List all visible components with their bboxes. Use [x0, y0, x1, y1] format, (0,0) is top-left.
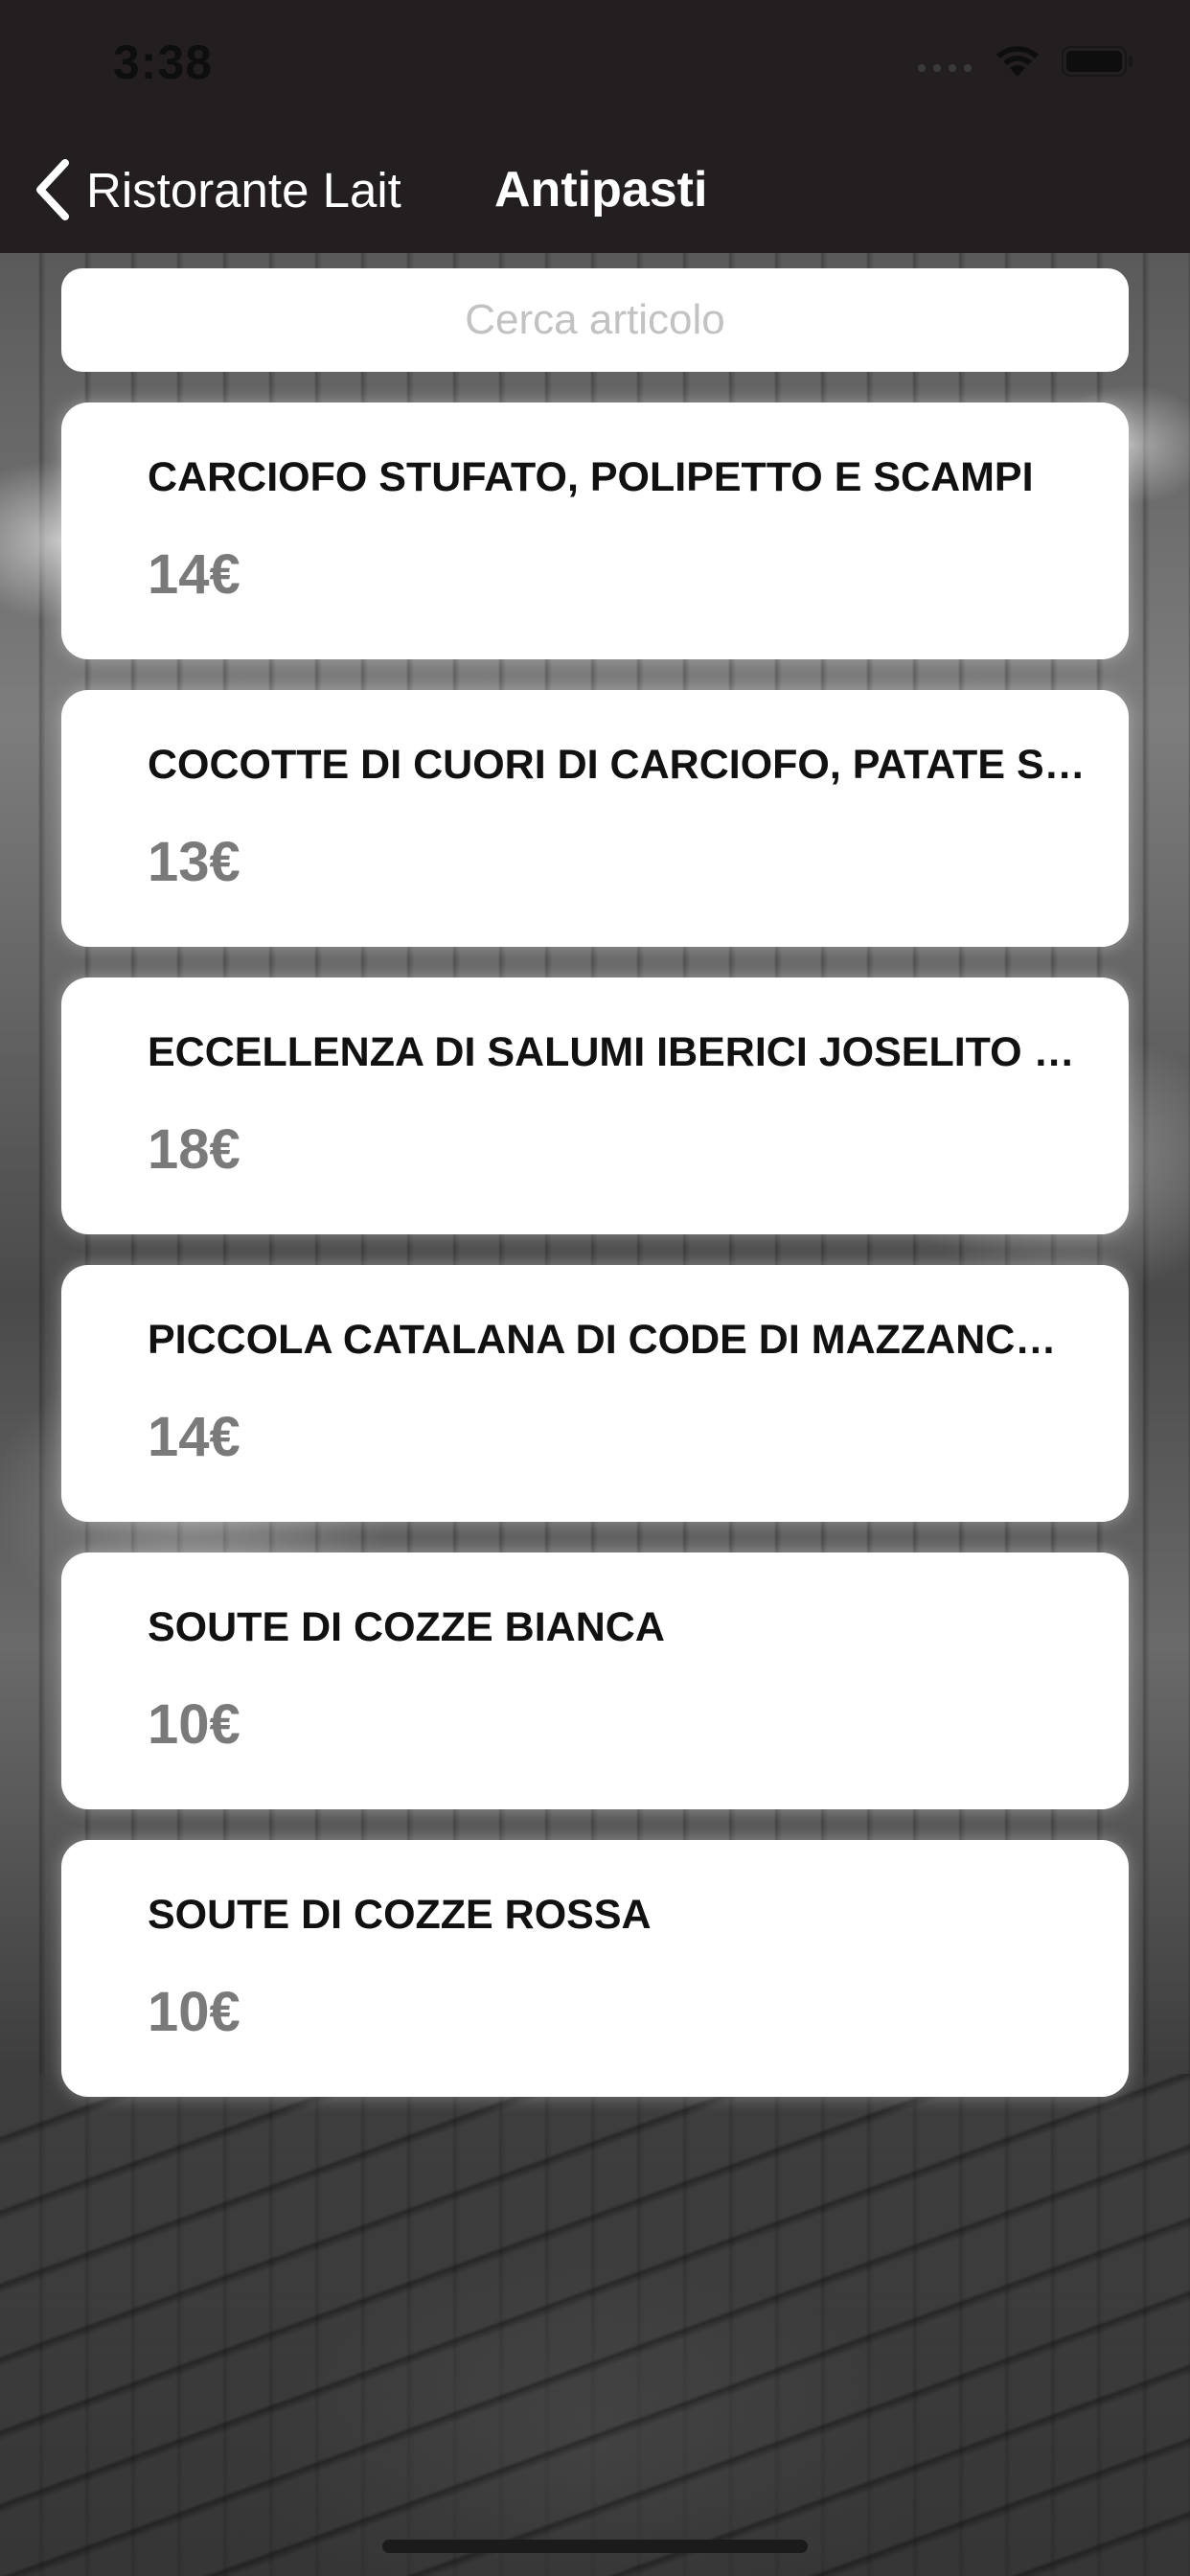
- item-price: 14€: [148, 1406, 240, 1468]
- item-name: COCOTTE DI CUORI DI CARCIOFO, PATATE SCH…: [148, 742, 1087, 788]
- battery-icon: [1062, 46, 1133, 77]
- menu-item-card[interactable]: SOUTE DI COZZE BIANCA 10€: [61, 1552, 1129, 1809]
- chevron-left-icon: [36, 159, 69, 220]
- item-price: 10€: [148, 1693, 240, 1756]
- signal-icon: [918, 64, 972, 72]
- item-name: PICCOLA CATALANA DI CODE DI MAZZANCOLLE: [148, 1317, 1087, 1363]
- page-title: Antipasti: [494, 162, 708, 218]
- item-name: SOUTE DI COZZE BIANCA: [148, 1604, 665, 1650]
- menu-item-card[interactable]: SOUTE DI COZZE ROSSA 10€: [61, 1840, 1129, 2097]
- wifi-icon: [996, 46, 1039, 77]
- status-icons: [916, 44, 1134, 79]
- menu-item-card[interactable]: ECCELLENZA DI SALUMI IBERICI JOSELITO E …: [61, 978, 1129, 1234]
- back-label: Ristorante Lait: [86, 162, 401, 218]
- home-indicator: [382, 2540, 808, 2553]
- menu-item-card[interactable]: CARCIOFO STUFATO, POLIPETTO E SCAMPI 14€: [61, 402, 1129, 659]
- menu-item-card[interactable]: PICCOLA CATALANA DI CODE DI MAZZANCOLLE …: [61, 1265, 1129, 1522]
- item-name: CARCIOFO STUFATO, POLIPETTO E SCAMPI: [148, 454, 1034, 500]
- menu-item-card[interactable]: COCOTTE DI CUORI DI CARCIOFO, PATATE SCH…: [61, 690, 1129, 947]
- status-bar: 3:38: [0, 0, 1190, 126]
- status-time: 3:38: [113, 35, 214, 89]
- item-price: 14€: [148, 543, 240, 606]
- item-price: 18€: [148, 1118, 240, 1181]
- item-name: ECCELLENZA DI SALUMI IBERICI JOSELITO E …: [148, 1029, 1087, 1075]
- search-input[interactable]: [61, 268, 1129, 372]
- item-price: 13€: [148, 831, 240, 893]
- item-name: SOUTE DI COZZE ROSSA: [148, 1892, 652, 1938]
- item-price: 10€: [148, 1981, 240, 2043]
- menu-list: CARCIOFO STUFATO, POLIPETTO E SCAMPI 14€…: [61, 402, 1129, 2128]
- navigation-bar: Ristorante Lait Antipasti: [0, 126, 1190, 253]
- back-button[interactable]: Ristorante Lait: [33, 155, 401, 224]
